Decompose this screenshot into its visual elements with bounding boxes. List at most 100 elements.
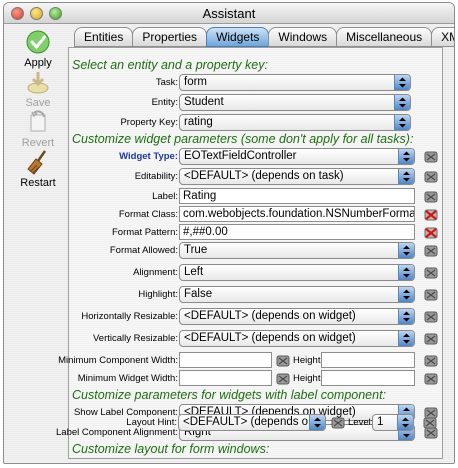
min-component-width-row: Minimum Component Width: Height: [58, 352, 444, 370]
layout-hint-row: Layout Hint: <DEFAULT> (depends o... Lev… [68, 414, 443, 432]
reset-gray-icon[interactable] [423, 265, 439, 280]
save-button[interactable]: Save [12, 69, 64, 109]
reset-gray-icon[interactable] [275, 353, 291, 368]
reset-gray-icon[interactable] [423, 243, 439, 258]
window-title: Assistant [202, 6, 256, 21]
entity-value: Student [184, 96, 224, 108]
reset-gray-icon[interactable] [422, 415, 438, 430]
popup-arrows-icon [398, 265, 414, 280]
highlight-label: Highlight: [138, 289, 178, 300]
alignment-popup[interactable]: Left [179, 264, 415, 281]
format-pattern-row: Format Pattern: #,##0.00 [69, 224, 444, 242]
property-key-popup[interactable]: rating [179, 114, 411, 131]
popup-arrows-icon [398, 169, 414, 184]
widget-type-popup[interactable]: EOTextFieldController [179, 148, 415, 165]
vertically-resizable-label: Vertically Resizable: [92, 333, 178, 344]
broom-icon [27, 150, 47, 175]
popup-arrows-icon [398, 287, 414, 302]
alignment-label: Alignment: [133, 267, 178, 278]
popup-arrows-icon [394, 75, 410, 90]
entity-popup[interactable]: Student [179, 94, 411, 111]
task-popup[interactable]: form [179, 74, 411, 91]
popup-arrows-icon [394, 115, 410, 130]
vertically-resizable-value: <DEFAULT> (depends on widget) [184, 332, 356, 344]
horizontally-resizable-value: <DEFAULT> (depends on widget) [184, 310, 356, 322]
apply-label: Apply [24, 57, 52, 69]
layout-hint-label: Layout Hint: [126, 417, 177, 428]
highlight-row: Highlight: False [69, 286, 444, 304]
reset-gray-icon[interactable] [423, 189, 439, 204]
reset-gray-icon[interactable] [275, 371, 291, 386]
restart-button[interactable]: Restart [12, 149, 64, 189]
format-pattern-field[interactable]: #,##0.00 [179, 224, 415, 240]
tab-bar: Entities Properties Widgets Windows Misc… [74, 27, 454, 49]
min-widget-width-row: Minimum Widget Width: Height: [69, 370, 444, 388]
popup-arrows-icon [394, 95, 410, 110]
editability-row: Editability: <DEFAULT> (depends on task) [69, 168, 444, 186]
reset-gray-icon[interactable] [423, 169, 439, 184]
highlight-value: False [184, 288, 213, 300]
entity-label: Entity: [151, 97, 178, 108]
widget-type-label: Widget Type: [119, 151, 178, 162]
reset-gray-icon[interactable] [423, 309, 439, 324]
label-field[interactable]: Rating [179, 188, 415, 204]
editability-popup[interactable]: <DEFAULT> (depends on task) [179, 168, 415, 185]
popup-arrows-icon [398, 149, 414, 164]
widget-type-value: EOTextFieldController [184, 150, 297, 162]
apply-button[interactable]: Apply [12, 29, 64, 69]
layout-hint-value: <DEFAULT> (depends o... [183, 416, 318, 428]
format-pattern-label: Format Pattern: [112, 227, 178, 238]
min-component-height-field[interactable] [321, 352, 415, 368]
revert-button[interactable]: Revert [12, 109, 64, 149]
reset-gray-icon[interactable] [423, 149, 439, 164]
section-widget-heading: Customize widget parameters (some don't … [72, 132, 414, 146]
property-key-value: rating [184, 116, 213, 128]
section-label-component-heading: Customize parameters for widgets with la… [72, 388, 387, 402]
property-key-label: Property Key: [120, 117, 178, 128]
alignment-value: Left [184, 266, 204, 278]
property-key-row: Property Key: rating [69, 114, 444, 132]
reset-gray-icon[interactable] [330, 415, 346, 430]
horizontally-resizable-row: Horizontally Resizable: <DEFAULT> (depen… [69, 308, 444, 326]
horizontally-resizable-label: Horizontally Resizable: [81, 311, 178, 322]
section-layout-heading: Customize layout for form windows: [72, 442, 270, 456]
save-icon [27, 72, 49, 94]
alignment-row: Alignment: Left [69, 264, 444, 282]
reset-gray-icon[interactable] [423, 371, 439, 386]
popup-arrows-icon [398, 309, 414, 324]
editability-value: <DEFAULT> (depends on task) [184, 170, 344, 182]
reset-gray-icon[interactable] [423, 287, 439, 302]
min-widget-width-field[interactable] [179, 370, 272, 386]
popup-arrows-icon [398, 243, 414, 258]
format-allowed-row: Format Allowed: True [69, 242, 444, 260]
tab-xml[interactable]: XML [431, 27, 454, 47]
format-allowed-popup[interactable]: True [179, 242, 415, 259]
widgets-panel: Select an entity and a property key: Tas… [56, 47, 444, 459]
tab-entities[interactable]: Entities [74, 27, 134, 47]
tab-widgets[interactable]: Widgets [206, 27, 270, 47]
apply-checkmark-icon [26, 30, 50, 54]
min-widget-width-label: Minimum Widget Width: [77, 373, 178, 384]
format-allowed-value: True [184, 244, 208, 256]
layout-hint-popup[interactable]: <DEFAULT> (depends o... [178, 414, 326, 431]
tab-properties[interactable]: Properties [132, 27, 208, 47]
vertically-resizable-popup[interactable]: <DEFAULT> (depends on widget) [179, 330, 415, 347]
reset-gray-icon[interactable] [423, 331, 439, 346]
format-class-row: Format Class: com.webobjects.foundation.… [69, 206, 444, 224]
min-widget-height-label: Height: [293, 373, 324, 384]
task-row: Task: form [69, 74, 444, 92]
highlight-popup[interactable]: False [179, 286, 415, 303]
min-widget-height-field[interactable] [321, 370, 415, 386]
tab-miscellaneous[interactable]: Miscellaneous [336, 27, 433, 47]
level-popup[interactable]: 1 [372, 414, 414, 431]
horizontally-resizable-popup[interactable]: <DEFAULT> (depends on widget) [179, 308, 415, 325]
tab-windows[interactable]: Windows [268, 27, 338, 47]
min-component-width-field[interactable] [179, 352, 272, 368]
min-component-height-label: Height: [293, 355, 324, 366]
reset-red-icon[interactable] [423, 207, 439, 222]
assistant-window: Assistant Apply Save Revert Restart Enti… [3, 2, 455, 464]
format-class-field[interactable]: com.webobjects.foundation.NSNumberFormat… [179, 206, 415, 222]
revert-label: Revert [21, 137, 55, 149]
reset-red-icon[interactable] [423, 225, 439, 240]
reset-gray-icon[interactable] [423, 353, 439, 368]
